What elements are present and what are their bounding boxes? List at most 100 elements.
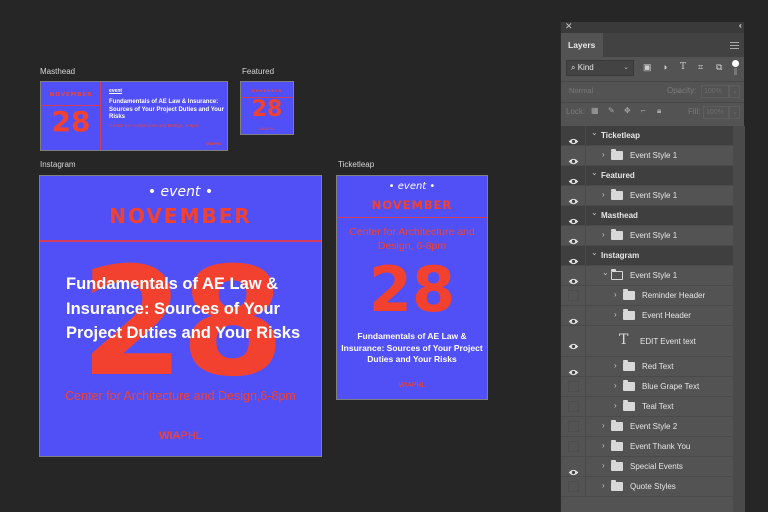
layer-row[interactable]: ⌄ Featured — [561, 166, 733, 186]
eye-icon[interactable] — [568, 212, 579, 225]
chevron-down-icon[interactable]: ⌄ — [591, 128, 598, 137]
layer-name: Ticketleap — [601, 131, 640, 140]
opacity-input[interactable]: 100% — [701, 85, 729, 98]
column-divider — [585, 126, 586, 145]
artboard-label-masthead[interactable]: Masthead — [40, 67, 75, 76]
chevron-right-icon[interactable]: › — [614, 290, 617, 299]
eye-icon[interactable] — [568, 272, 579, 285]
layer-row[interactable]: › Special Events — [561, 457, 733, 477]
fill-dropdown[interactable]: ⌄ — [729, 106, 740, 119]
folder-icon — [623, 360, 635, 371]
event-title: Fundamentals of AE Law & Insurance: Sour… — [341, 331, 483, 364]
layer-row[interactable]: › Event Style 1 — [561, 186, 733, 206]
layer-row[interactable]: ⌄ Instagram — [561, 246, 733, 266]
layer-row[interactable]: ⌄ Masthead — [561, 206, 733, 226]
org-logo: WIAPHL — [40, 430, 321, 442]
artboard-instagram[interactable]: • event • NOVEMBER 28 Fundamentals of AE… — [39, 175, 322, 457]
visibility-toggle-empty[interactable] — [568, 441, 579, 452]
eye-icon[interactable] — [568, 312, 579, 325]
layer-row[interactable]: › Event Header — [561, 306, 733, 326]
panel-titlebar[interactable]: ✕ ‹‹ — [561, 21, 744, 33]
chevron-right-icon[interactable]: › — [602, 190, 605, 199]
chevron-down-icon[interactable]: ⌄ — [591, 208, 598, 217]
collapse-panel-icon[interactable]: ‹‹ — [739, 21, 743, 30]
filter-toggle-icon[interactable] — [732, 60, 739, 67]
eye-icon[interactable] — [568, 252, 579, 265]
artboard-featured[interactable]: NOVEMBER 28 WIAPHL — [240, 81, 294, 135]
layer-row[interactable]: › Event Thank You — [561, 437, 733, 457]
layer-row[interactable]: ⌄ Ticketleap — [561, 126, 733, 146]
document-canvas[interactable]: Masthead NOVEMBER 28 event Fundamentals … — [0, 0, 560, 512]
layer-row[interactable]: › Red Text — [561, 357, 733, 377]
fill-input[interactable]: 100% — [703, 106, 729, 119]
chevron-right-icon[interactable]: › — [614, 381, 617, 390]
lock-all-icon[interactable]: 🔒︎ — [657, 106, 661, 116]
layer-row[interactable]: › Event Style 1 — [561, 146, 733, 166]
eye-icon[interactable] — [568, 363, 579, 376]
adjustment-filter-icon[interactable]: ◑ — [662, 62, 667, 72]
artboard-masthead[interactable]: NOVEMBER 28 event Fundamentals of AE Law… — [40, 81, 228, 151]
day-number: 28 — [368, 253, 456, 326]
layer-row[interactable]: T EDIT Event text — [561, 326, 733, 357]
chevron-right-icon[interactable]: › — [602, 230, 605, 239]
close-icon[interactable]: ✕ — [565, 21, 573, 32]
eye-icon[interactable] — [568, 152, 579, 165]
eye-icon[interactable] — [568, 232, 579, 245]
chevron-right-icon[interactable]: › — [602, 461, 605, 470]
artboard-label-ticketleap[interactable]: Ticketleap — [338, 160, 374, 169]
lock-image-pixels-icon[interactable]: ✎ — [608, 106, 615, 115]
image-filter-icon[interactable]: ▣ — [643, 62, 652, 73]
layer-row[interactable]: › Teal Text — [561, 397, 733, 417]
org-logo: WIAPHL — [398, 382, 426, 389]
chevron-right-icon[interactable]: › — [602, 150, 605, 159]
chevron-right-icon[interactable]: › — [614, 401, 617, 410]
layer-name: Event Style 1 — [630, 191, 678, 200]
layer-row[interactable]: › Quote Styles — [561, 477, 733, 497]
layer-row[interactable]: › Event Style 1 — [561, 226, 733, 246]
filter-kind-select[interactable]: ⌕ Kind ⌄ — [566, 60, 634, 76]
month-text: NOVEMBER — [371, 198, 453, 212]
visibility-toggle-empty[interactable] — [568, 421, 579, 432]
venue-text: Center for Architecture and Design, 6-8p… — [109, 124, 199, 129]
type-filter-icon[interactable]: T — [680, 62, 686, 72]
chevron-right-icon[interactable]: › — [602, 441, 605, 450]
opacity-dropdown[interactable]: ⌄ — [729, 85, 740, 98]
scrollbar[interactable] — [733, 126, 745, 512]
eye-icon[interactable] — [568, 172, 579, 185]
artboard-label-featured[interactable]: Featured — [242, 67, 274, 76]
layer-row[interactable]: › Event Style 2 — [561, 417, 733, 437]
visibility-toggle-empty[interactable] — [568, 381, 579, 392]
column-divider — [585, 397, 586, 416]
smart-object-filter-icon[interactable]: ⧉ — [716, 62, 722, 73]
artboard-ticketleap[interactable]: • event • NOVEMBER Center for Architectu… — [336, 175, 488, 400]
chevron-right-icon[interactable]: › — [602, 421, 605, 430]
folder-icon — [611, 229, 623, 240]
tab-layers[interactable]: Layers — [561, 33, 603, 57]
visibility-toggle-empty[interactable] — [568, 401, 579, 412]
visibility-toggle-empty[interactable] — [568, 290, 579, 301]
eye-icon[interactable] — [568, 337, 579, 350]
eye-icon[interactable] — [568, 132, 579, 145]
shape-filter-icon[interactable]: ⌗ — [698, 62, 703, 73]
chevron-down-icon[interactable]: ⌄ — [602, 268, 609, 277]
lock-position-icon[interactable]: ✥ — [624, 106, 631, 115]
lock-transparent-pixels-icon[interactable]: ▦ — [591, 106, 599, 115]
chevron-right-icon[interactable]: › — [602, 481, 605, 490]
lock-row: Lock: ▦ ✎ ✥ ⌐ 🔒︎ Fill: 100% ⌄ — [561, 104, 744, 122]
chevron-down-icon[interactable]: ⌄ — [591, 168, 598, 177]
eye-icon[interactable] — [568, 463, 579, 476]
visibility-toggle-empty[interactable] — [568, 481, 579, 492]
fill-label: Fill: — [688, 107, 701, 116]
lock-artboard-icon[interactable]: ⌐ — [641, 106, 646, 115]
layer-row[interactable]: › Blue Grape Text — [561, 377, 733, 397]
panel-menu-icon[interactable] — [730, 42, 739, 49]
layer-row[interactable]: › Reminder Header — [561, 286, 733, 306]
layer-row[interactable]: ⌄ Event Style 1 — [561, 266, 733, 286]
chevron-right-icon[interactable]: › — [614, 310, 617, 319]
layer-name: Event Style 1 — [630, 151, 678, 160]
chevron-down-icon[interactable]: ⌄ — [591, 248, 598, 257]
column-divider — [585, 477, 586, 496]
chevron-right-icon[interactable]: › — [614, 361, 617, 370]
eye-icon[interactable] — [568, 192, 579, 205]
artboard-label-instagram[interactable]: Instagram — [40, 160, 76, 169]
